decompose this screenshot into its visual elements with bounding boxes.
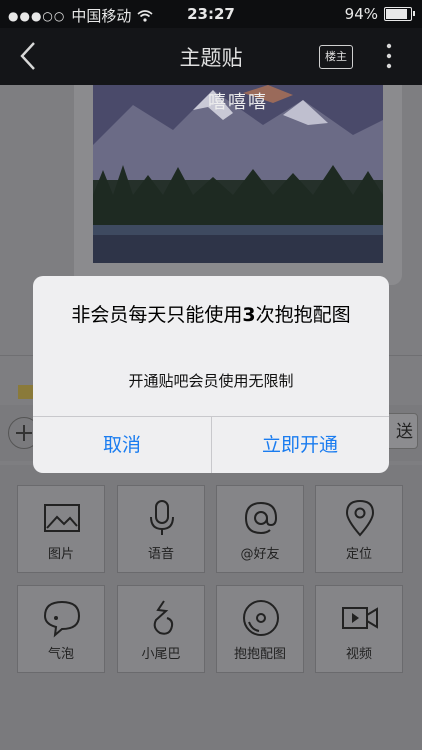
video-camera-icon — [342, 607, 378, 629]
disc-icon — [243, 600, 279, 636]
tool-label: 抱抱配图 — [233, 647, 286, 662]
owner-only-button[interactable]: 楼主 — [319, 45, 353, 69]
battery-icon — [384, 7, 415, 21]
tool-location[interactable]: 定位 — [315, 485, 403, 573]
open-membership-button[interactable]: 立即开通 — [211, 417, 389, 473]
at-icon — [244, 501, 278, 535]
cancel-button[interactable]: 取消 — [33, 417, 211, 473]
tool-label: 语音 — [147, 547, 174, 562]
page-title: 主题贴 — [179, 46, 243, 70]
tool-video[interactable]: 视频 — [315, 585, 403, 673]
tool-bubble[interactable]: 气泡 — [17, 585, 105, 673]
image-icon — [44, 504, 80, 532]
tool-label: 图片 — [47, 547, 74, 562]
dialog-message: 开通贴吧会员使用无限制 — [128, 372, 294, 390]
post-image[interactable]: 嘻嘻嘻 — [93, 85, 383, 263]
tail-icon — [153, 600, 174, 635]
tool-label: 小尾巴 — [141, 647, 181, 662]
battery-fill — [386, 9, 407, 19]
membership-alert-dialog: 非会员每天只能使用3次抱抱配图 开通贴吧会员使用无限制 取消 立即开通 — [33, 276, 389, 473]
tool-label: 定位 — [345, 547, 372, 562]
tools-panel: 图片 语音 @好友 定位 气泡 小尾巴 抱抱配图 视频 — [0, 465, 422, 750]
more-options-icon[interactable] — [382, 42, 396, 70]
tool-voice[interactable]: 语音 — [117, 485, 205, 573]
tool-label: 视频 — [345, 647, 372, 662]
tool-label: 气泡 — [47, 647, 74, 662]
speech-bubble-icon — [43, 600, 81, 638]
tool-tail[interactable]: 小尾巴 — [117, 585, 205, 673]
tool-hug-image[interactable]: 抱抱配图 — [216, 585, 304, 673]
tool-image[interactable]: 图片 — [17, 485, 105, 573]
image-caption: 嘻嘻嘻 — [208, 92, 268, 113]
microphone-icon — [150, 500, 174, 535]
location-pin-icon — [345, 499, 375, 537]
status-bar: ●●●○○ 中国移动 23:27 94% — [0, 0, 422, 28]
battery-percent: 94% — [344, 5, 378, 23]
dialog-title: 非会员每天只能使用3次抱抱配图 — [71, 304, 351, 326]
navigation-bar: 主题贴 楼主 — [0, 28, 422, 85]
tool-mention-friend[interactable]: @好友 — [216, 485, 304, 573]
tool-label: @好友 — [240, 547, 280, 562]
